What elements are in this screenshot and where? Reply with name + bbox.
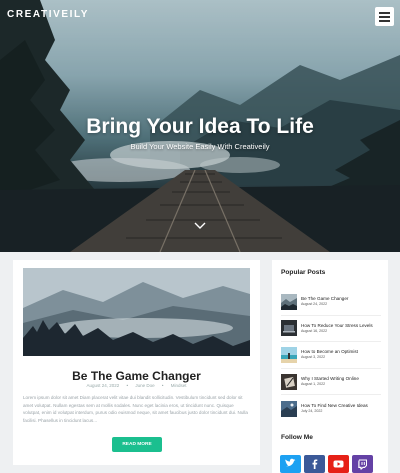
popular-post-thumbnail[interactable] [281,346,297,363]
popular-post-thumbnail[interactable] [281,293,297,310]
follow-me-heading: Follow Me [281,434,313,441]
chevron-down-icon[interactable] [194,221,206,230]
post-author[interactable]: June Doe [135,383,154,388]
popular-post-item[interactable]: How To Find New Creative Ideas July 24, … [281,395,381,422]
post-card: Be The Game Changer August 24, 2022 • Ju… [13,260,260,465]
menu-icon [379,12,390,14]
popular-post-date: August 3, 2022 [301,355,326,360]
hero-title: Bring Your Idea To Life [86,115,314,138]
popular-post-date: August 16, 2022 [301,328,328,333]
popular-post-item[interactable]: How to Become an Optimist August 3, 2022 [281,342,381,369]
popular-post-thumbnail[interactable] [281,320,297,337]
post-featured-image[interactable] [23,268,250,356]
post-title[interactable]: Be The Game Changer [13,369,260,383]
post-excerpt: Lorem ipsum dolor sit amet Diam placerat… [23,395,248,423]
sidebar: Popular Posts Be The Game Changer August… [272,260,388,473]
menu-icon-line [379,16,390,18]
twitter-icon[interactable] [280,455,301,473]
popular-post-thumbnail[interactable] [281,400,297,417]
popular-posts-heading: Popular Posts [281,269,326,276]
site-logo[interactable]: CREATIVEILY [7,9,89,20]
post-category[interactable]: Mindset [171,383,187,388]
popular-post-date: August 24, 2022 [301,302,328,307]
popular-post-date: July 24, 2022 [301,409,323,414]
facebook-icon[interactable] [304,455,325,473]
popular-post-item[interactable]: How To Reduce Your Stress Levels August … [281,316,381,343]
meta-separator-dot: • [161,383,164,388]
hamburger-menu-button[interactable] [375,7,394,26]
mountain-landscape-image [23,268,250,356]
popular-posts-list: Be The Game Changer August 24, 2022 How … [281,289,381,422]
twitch-icon[interactable] [352,455,373,473]
popular-post-thumbnail[interactable] [281,373,297,390]
menu-icon-line [379,20,390,22]
popular-post-item[interactable]: Why I Started Writing Online August 1, 2… [281,369,381,396]
hero-subtitle: Build Your Website Easily With Creativei… [130,142,270,151]
meta-separator-dot: • [126,383,129,388]
popular-post-item[interactable]: Be The Game Changer August 24, 2022 [281,289,381,316]
post-date: August 24, 2022 [86,383,120,388]
youtube-icon[interactable] [328,455,349,473]
read-more-button[interactable]: READ MORE [112,437,162,452]
hero-section: CREATIVEILY Bring Your Idea To Life Buil… [0,0,400,252]
popular-post-date: August 1, 2022 [301,382,326,387]
post-meta: August 24, 2022 • June Doe • Mindset [13,383,260,388]
